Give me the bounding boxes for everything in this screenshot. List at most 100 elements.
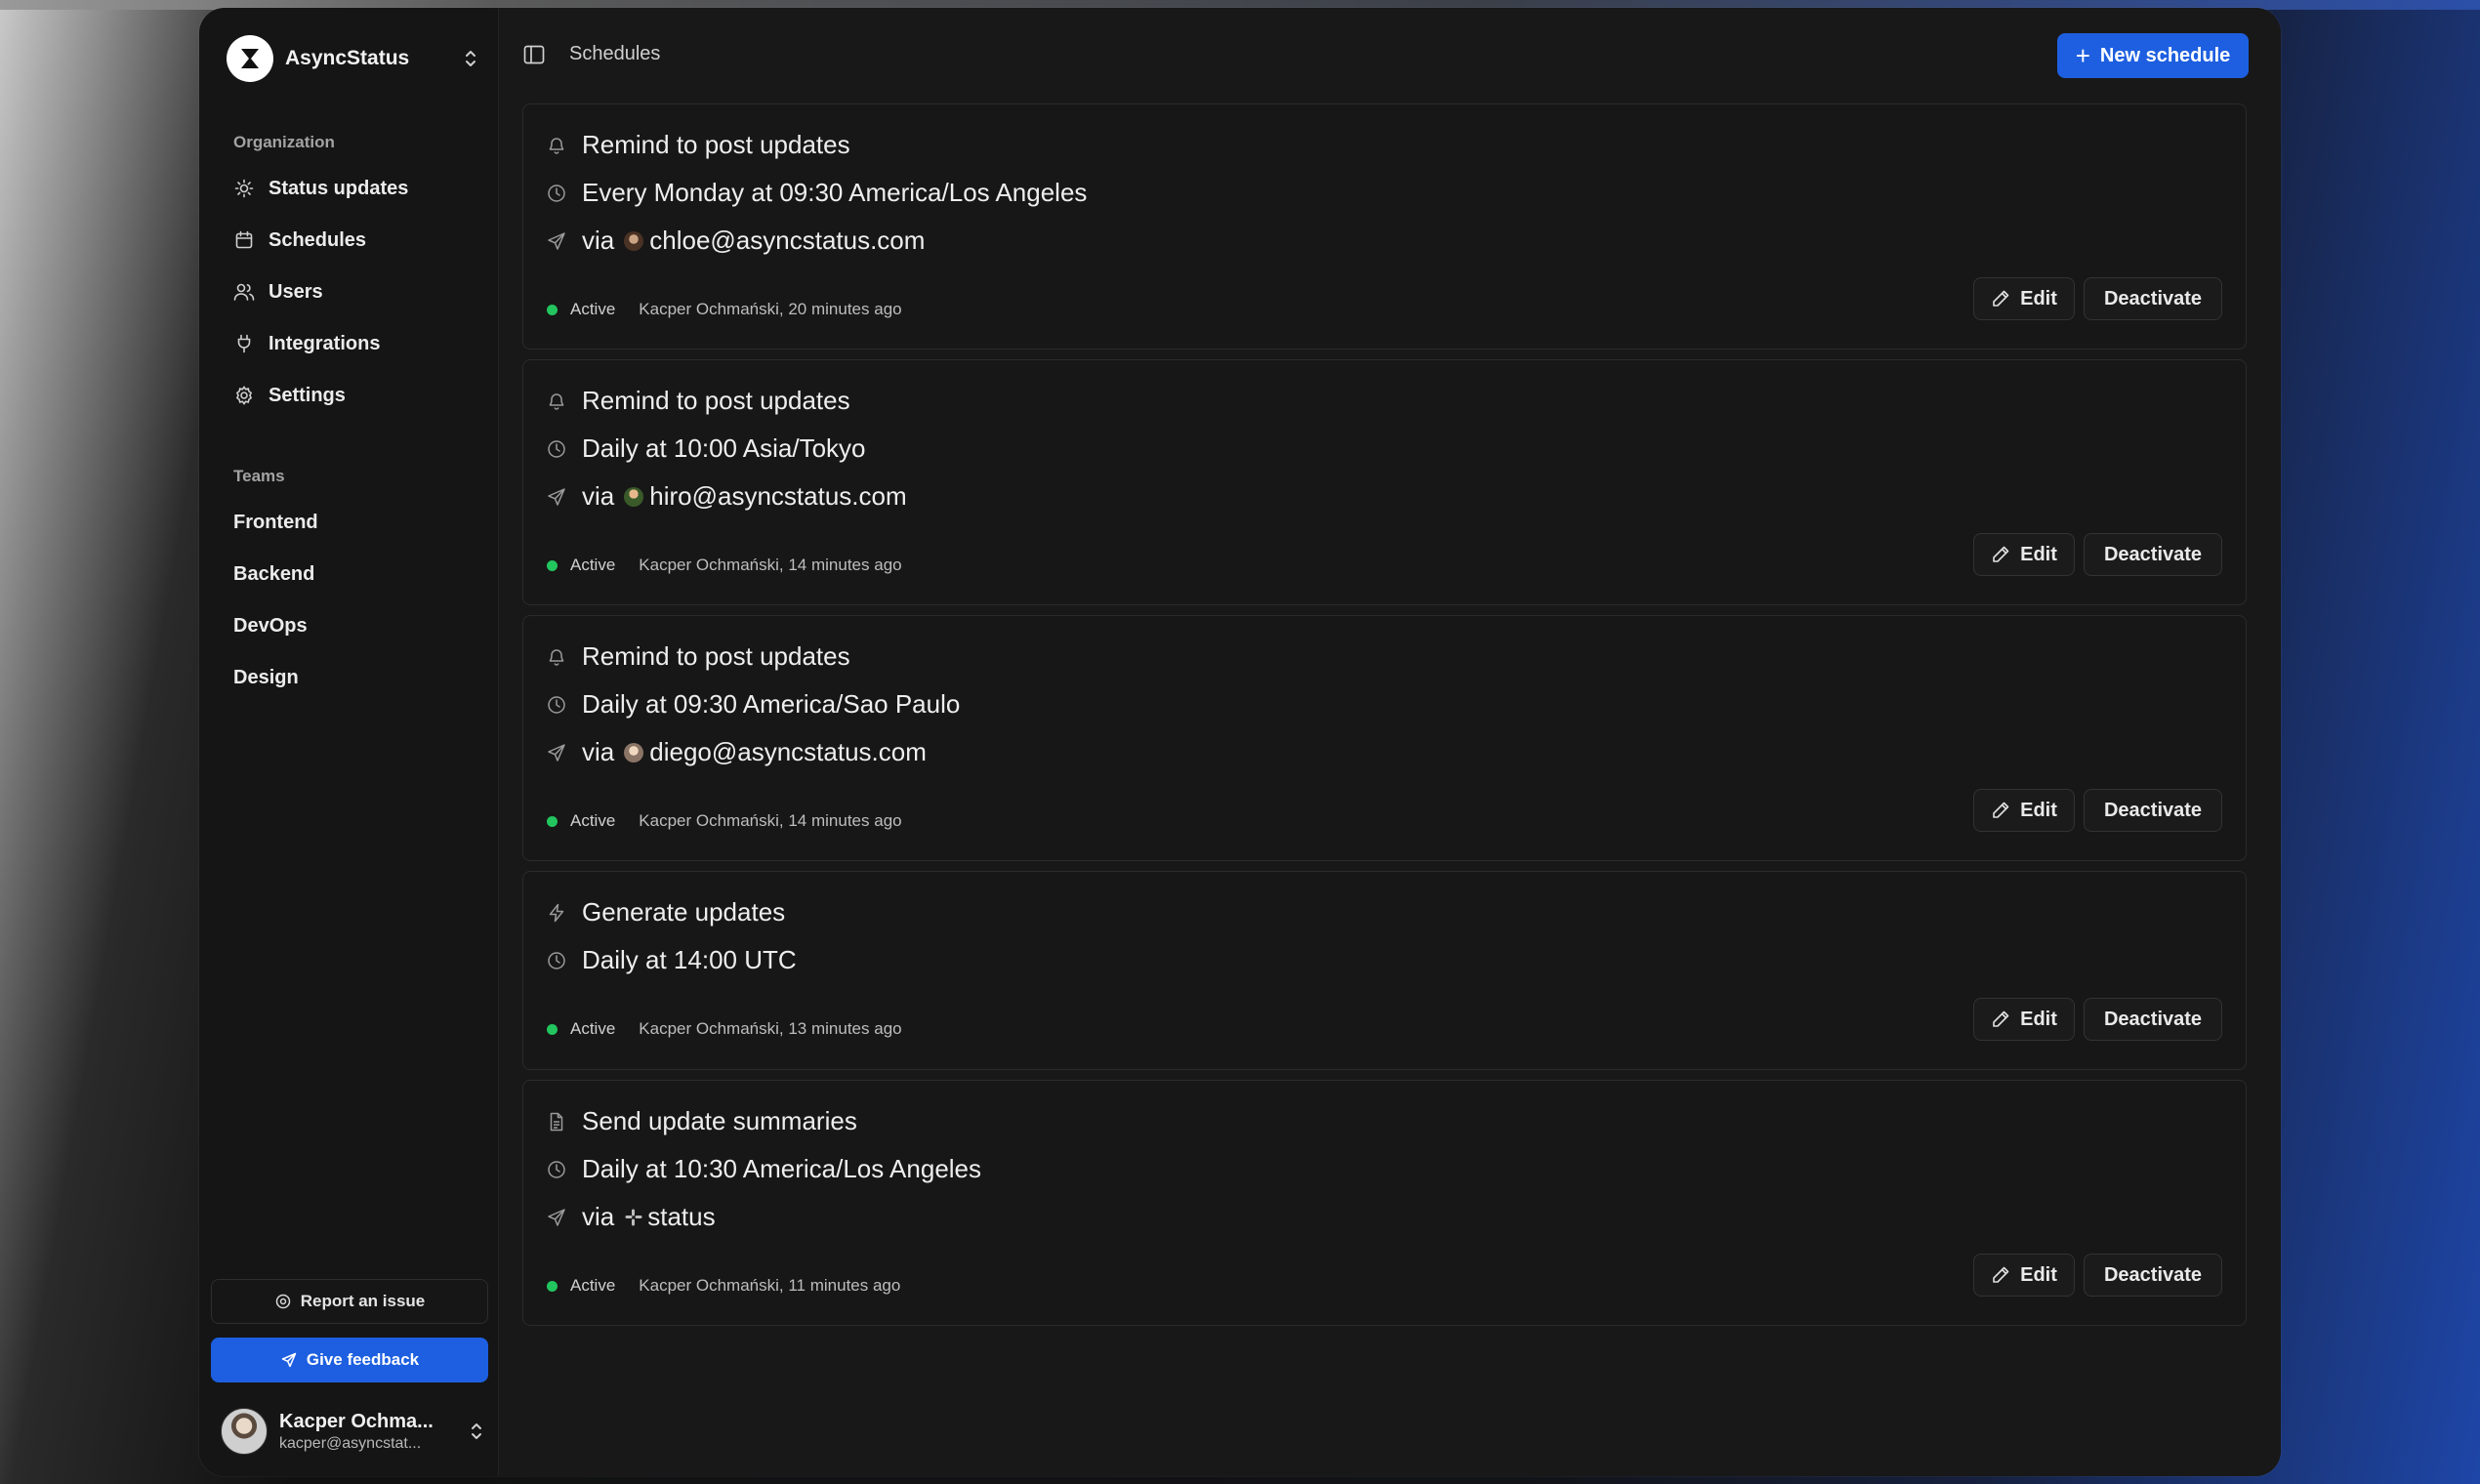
edit-label: Edit <box>2020 799 2057 821</box>
schedule-via-row: via status <box>547 1202 716 1232</box>
schedule-title-row: Remind to post updates <box>547 641 850 672</box>
status-badge: Active <box>570 300 616 318</box>
edit-button[interactable]: Edit <box>1973 533 2075 576</box>
give-feedback-label: Give feedback <box>306 1350 420 1369</box>
new-schedule-label: New schedule <box>2099 44 2231 66</box>
avatar <box>221 1408 268 1455</box>
schedule-title: Remind to post updates <box>582 386 850 415</box>
gear-icon <box>233 385 255 406</box>
chevron-up-down-icon <box>467 1418 486 1445</box>
status-dot <box>547 1023 558 1035</box>
schedule-via-row: via hiro@asyncstatus.com <box>547 481 907 512</box>
status-meta: Kacper Ochmański, 13 minutes ago <box>639 1019 902 1038</box>
sidebar-item-status-updates[interactable]: Status updates <box>233 169 408 208</box>
schedule-title-row: Send update summaries <box>547 1106 857 1136</box>
edit-button[interactable]: Edit <box>1973 277 2075 320</box>
org-name: AsyncStatus <box>285 47 410 69</box>
schedule-via-row: via chloe@asyncstatus.com <box>547 226 925 256</box>
user-info: Kacper Ochma... kacper@asyncstat... <box>279 1411 467 1453</box>
status-meta: Kacper Ochmański, 20 minutes ago <box>639 300 902 318</box>
send-icon <box>547 231 566 251</box>
plug-icon <box>233 333 255 354</box>
schedule-timing: Daily at 10:00 Asia/Tokyo <box>582 433 866 463</box>
breadcrumb: Schedules <box>569 43 661 64</box>
schedule-title-row: Remind to post updates <box>547 130 850 160</box>
plus-icon: + <box>2075 41 2090 70</box>
deactivate-button[interactable]: Deactivate <box>2084 789 2222 832</box>
pencil-icon <box>1993 290 2009 307</box>
new-schedule-button[interactable]: + New schedule <box>2057 33 2249 78</box>
via-prefix: via <box>582 226 615 255</box>
status-dot <box>547 1280 558 1292</box>
calendar-icon <box>233 229 255 251</box>
org-switcher[interactable]: AsyncStatus <box>227 35 480 82</box>
status-meta: Kacper Ochmański, 14 minutes ago <box>639 556 902 574</box>
bell-icon <box>547 392 566 411</box>
status-dot <box>547 304 558 315</box>
schedule-timing: Daily at 14:00 UTC <box>582 945 797 974</box>
sidebar-item-users[interactable]: Users <box>233 272 323 311</box>
user-name: Kacper Ochma... <box>279 1410 434 1432</box>
sidebar-team-devops[interactable]: DevOps <box>233 606 308 645</box>
clock-icon <box>547 951 566 970</box>
deactivate-button[interactable]: Deactivate <box>2084 533 2222 576</box>
schedule-timing-row: Daily at 09:30 America/Sao Paulo <box>547 689 960 720</box>
main-content: Schedules + New schedule Remind to post … <box>498 8 2281 1476</box>
sidebar-item-settings[interactable]: Settings <box>233 376 346 415</box>
give-feedback-button[interactable]: Give feedback <box>211 1338 488 1382</box>
teams-section-label: Teams <box>233 467 285 485</box>
send-icon <box>547 1208 566 1227</box>
schedule-timing: Every Monday at 09:30 America/Los Angele… <box>582 178 1088 207</box>
status-meta: Kacper Ochmański, 11 minutes ago <box>639 1276 901 1295</box>
send-icon <box>547 743 566 763</box>
schedule-card: Generate updates Daily at 14:00 UTC Acti… <box>522 871 2247 1070</box>
status-meta: Kacper Ochmański, 14 minutes ago <box>639 811 902 830</box>
status-badge: Active <box>570 1276 616 1295</box>
edit-button[interactable]: Edit <box>1973 789 2075 832</box>
pencil-icon <box>1993 1010 2009 1027</box>
bell-icon <box>547 647 566 667</box>
status-dot <box>547 815 558 827</box>
sidebar-item-label: Status updates <box>269 177 409 199</box>
status-row: Active Kacper Ochmański, 13 minutes ago <box>547 1019 902 1039</box>
pencil-icon <box>1993 1266 2009 1283</box>
sidebar-item-label: Users <box>269 280 323 303</box>
send-icon <box>280 1351 298 1369</box>
edit-button[interactable]: Edit <box>1973 998 2075 1041</box>
clock-icon <box>547 1160 566 1179</box>
edit-label: Edit <box>2020 1263 2057 1286</box>
schedule-timing-row: Daily at 14:00 UTC <box>547 945 797 975</box>
clock-icon <box>547 695 566 715</box>
avatar <box>624 742 644 763</box>
via-prefix: via <box>582 737 615 766</box>
sidebar-toggle-icon[interactable] <box>522 43 546 66</box>
user-email: kacper@asyncstat... <box>279 1434 422 1452</box>
user-menu[interactable]: Kacper Ochma... kacper@asyncstat... <box>221 1404 486 1459</box>
deactivate-button[interactable]: Deactivate <box>2084 277 2222 320</box>
avatar <box>624 230 644 251</box>
edit-label: Edit <box>2020 1008 2057 1030</box>
pencil-icon <box>1993 546 2009 562</box>
sidebar-team-design[interactable]: Design <box>233 658 299 697</box>
report-issue-button[interactable]: Report an issue <box>211 1279 488 1324</box>
report-issue-label: Report an issue <box>300 1292 426 1310</box>
via-target: hiro@asyncstatus.com <box>649 481 907 511</box>
app-window: AsyncStatus Organization Status updates … <box>199 8 2281 1476</box>
edit-button[interactable]: Edit <box>1973 1254 2075 1297</box>
status-row: Active Kacper Ochmański, 14 minutes ago <box>547 811 902 831</box>
sidebar-item-schedules[interactable]: Schedules <box>233 221 366 260</box>
status-row: Active Kacper Ochmański, 14 minutes ago <box>547 556 902 575</box>
alert-circle-icon <box>274 1293 292 1310</box>
sidebar-team-backend[interactable]: Backend <box>233 555 314 594</box>
sun-icon <box>233 178 255 199</box>
sidebar-item-integrations[interactable]: Integrations <box>233 324 380 363</box>
via-prefix: via <box>582 1202 615 1231</box>
deactivate-button[interactable]: Deactivate <box>2084 998 2222 1041</box>
sidebar-team-frontend[interactable]: Frontend <box>233 503 318 542</box>
status-badge: Active <box>570 556 616 574</box>
via-prefix: via <box>582 481 615 511</box>
deactivate-button[interactable]: Deactivate <box>2084 1254 2222 1297</box>
schedule-timing: Daily at 09:30 America/Sao Paulo <box>582 689 961 719</box>
sidebar-item-label: Integrations <box>269 332 381 354</box>
via-target: chloe@asyncstatus.com <box>649 226 926 255</box>
